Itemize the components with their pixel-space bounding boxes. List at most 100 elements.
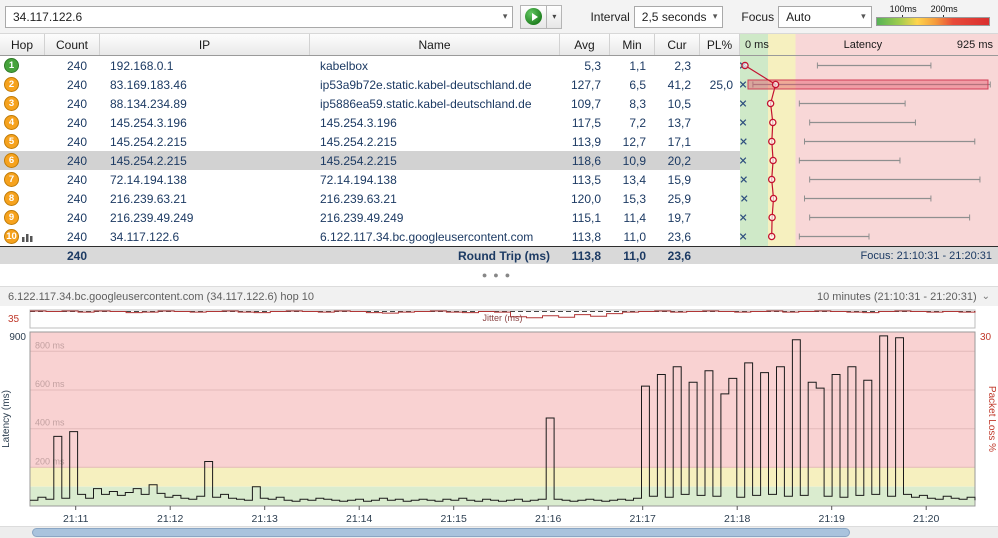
name-cell: ip5886ea59.static.kabel-deutschland.de xyxy=(320,96,532,111)
hop-row-8[interactable]: 8 240 216.239.63.21 216.239.63.21 120,0 15,3 2… xyxy=(0,189,998,208)
hop-cell: 8 xyxy=(0,189,45,208)
ip-cell: 72.14.194.138 xyxy=(110,172,187,187)
min-cell: 7,2 xyxy=(629,115,646,130)
hop-row-9[interactable]: 9 240 216.239.49.249 216.239.49.249 115,1 11,… xyxy=(0,208,998,227)
col-header-name[interactable]: Name xyxy=(310,34,560,55)
timeline-scrollbar[interactable] xyxy=(0,526,998,538)
hop-row-7[interactable]: 7 240 72.14.194.138 72.14.194.138 113,5 13,4 1… xyxy=(0,170,998,189)
svg-text:21:11: 21:11 xyxy=(63,513,89,525)
count-cell: 240 xyxy=(66,58,87,73)
trace-control-group: ▾ xyxy=(520,4,563,29)
chevron-down-icon[interactable]: ▾ xyxy=(503,11,508,22)
start-trace-button[interactable] xyxy=(520,4,548,29)
pl-cell xyxy=(700,132,740,151)
avg-cell: 113,8 xyxy=(571,229,601,244)
count-cell: 240 xyxy=(66,191,87,206)
latency-graph-cell xyxy=(740,132,998,151)
round-trip-summary-row: 240 Round Trip (ms) 113,8 11,0 23,6 Focu… xyxy=(0,246,998,264)
hop-cell: 3 xyxy=(0,94,45,113)
hop-cell: 5 xyxy=(0,132,45,151)
cur-cell: 23,6 xyxy=(667,229,691,244)
hop-cell: 7 xyxy=(0,170,45,189)
svg-text:800 ms: 800 ms xyxy=(35,340,65,350)
hop-row-4[interactable]: 4 240 145.254.3.196 145.254.3.196 117,5 7,2 13… xyxy=(0,113,998,132)
pl-cell xyxy=(700,170,740,189)
hop-table: Hop Count IP Name Avg Min Cur PL% 0 ms L… xyxy=(0,34,998,264)
name-cell: 145.254.3.196 xyxy=(320,115,397,130)
hop-row-5[interactable]: 5 240 145.254.2.215 145.254.2.215 113,9 12,7 1… xyxy=(0,132,998,151)
footer-avg: 113,8 xyxy=(571,248,601,263)
hop-row-1[interactable]: 1 240 192.168.0.1 kabelbox 5,3 1,1 2,3 xyxy=(0,56,998,75)
hop-status-badge: 6 xyxy=(4,153,19,168)
hop-cell: 10 xyxy=(0,227,45,246)
col-header-latency[interactable]: 0 ms Latency 925 ms xyxy=(740,34,998,55)
cur-cell: 2,3 xyxy=(674,58,691,73)
footer-count: 240 xyxy=(66,248,87,263)
col-header-count[interactable]: Count xyxy=(45,34,100,55)
chevron-down-icon[interactable]: ▾ xyxy=(861,11,866,22)
name-cell: kabelbox xyxy=(320,58,369,73)
ip-cell: 145.254.3.196 xyxy=(110,115,187,130)
hop-cell: 6 xyxy=(0,151,45,170)
col-header-min[interactable]: Min xyxy=(610,34,655,55)
avg-cell: 120,0 xyxy=(570,191,601,206)
min-cell: 13,4 xyxy=(622,172,646,187)
timeline-range-select[interactable]: 10 minutes (21:10:31 - 21:20:31) ⌄ xyxy=(817,291,990,303)
hop-row-3[interactable]: 3 240 88.134.234.89 ip5886ea59.static.kabel… xyxy=(0,94,998,113)
chevron-down-icon[interactable]: ▾ xyxy=(713,11,718,22)
hop-status-badge: 1 xyxy=(4,58,19,73)
interval-select[interactable]: 2,5 seconds ▾ xyxy=(633,5,724,28)
name-cell: ip53a9b72e.static.kabel-deutschland.de xyxy=(320,77,532,92)
min-cell: 10,9 xyxy=(610,151,655,170)
focus-select[interactable]: Auto ▾ xyxy=(778,5,872,28)
cur-cell: 13,7 xyxy=(667,115,691,130)
hop-row-2[interactable]: 2 240 83.169.183.46 ip53a9b72e.static.kabel… xyxy=(0,75,998,94)
svg-text:21:15: 21:15 xyxy=(441,513,467,525)
name-cell: 216.239.63.21 xyxy=(320,191,397,206)
pl-cell xyxy=(700,94,740,113)
timeline-range-label: 10 minutes (21:10:31 - 21:20:31) xyxy=(817,290,977,303)
svg-text:21:16: 21:16 xyxy=(535,513,561,525)
cur-cell: 19,7 xyxy=(667,210,691,225)
timeline-header: 6.122.117.34.bc.googleusercontent.com (3… xyxy=(0,286,998,306)
scrollbar-thumb[interactable] xyxy=(32,528,850,537)
hop-status-badge: 7 xyxy=(4,172,19,187)
round-trip-label: Round Trip (ms) xyxy=(458,248,550,263)
svg-text:21:12: 21:12 xyxy=(157,513,183,525)
hop-status-badge: 3 xyxy=(4,96,19,111)
hop-cell: 1 xyxy=(0,56,45,75)
cur-cell: 17,1 xyxy=(667,134,691,149)
hop-status-badge: 2 xyxy=(4,77,19,92)
hop-status-badge: 9 xyxy=(4,210,19,225)
pl-cell xyxy=(700,56,740,75)
svg-text:21:13: 21:13 xyxy=(252,513,278,525)
latency-graph-cell xyxy=(740,208,998,227)
col-header-avg[interactable]: Avg xyxy=(560,34,610,55)
timeline-chart[interactable]: 35 Jitter (ms) 800 ms 600 ms 400 ms 200 ms 900… xyxy=(0,306,998,526)
hop-row-6[interactable]: 6 240 145.254.2.215 145.254.2.215 118,6 10,9 2… xyxy=(0,151,998,170)
svg-text:Latency (ms): Latency (ms) xyxy=(1,390,12,448)
hop-row-10[interactable]: 10 240 34.117.122.6 6.122.117.34.bc.googleu… xyxy=(0,227,998,246)
pane-splitter[interactable]: ●●● xyxy=(0,264,998,286)
avg-cell: 115,1 xyxy=(571,210,601,225)
target-address: 34.117.122.6 xyxy=(13,9,83,24)
col-header-hop[interactable]: Hop xyxy=(0,34,45,55)
svg-text:21:17: 21:17 xyxy=(630,513,656,525)
interval-value: 2,5 seconds xyxy=(641,9,707,24)
start-trace-dropdown[interactable]: ▾ xyxy=(547,4,563,29)
ip-cell: 83.169.183.46 xyxy=(110,77,187,92)
avg-cell: 113,9 xyxy=(571,134,601,149)
min-cell: 15,3 xyxy=(622,191,646,206)
ip-cell: 216.239.49.249 xyxy=(110,210,194,225)
svg-text:Packet Loss %: Packet Loss % xyxy=(986,386,997,452)
latency-scale-min: 0 ms xyxy=(745,38,769,51)
target-combobox[interactable]: 34.117.122.6 ▾ xyxy=(5,5,514,28)
name-cell: 216.239.49.249 xyxy=(320,210,404,225)
count-cell: 240 xyxy=(66,77,87,92)
latency-graph-cell xyxy=(740,151,998,170)
col-header-ip[interactable]: IP xyxy=(100,34,310,55)
col-header-pl[interactable]: PL% xyxy=(700,34,740,55)
count-cell: 240 xyxy=(66,210,87,225)
col-header-cur[interactable]: Cur xyxy=(655,34,700,55)
svg-text:21:20: 21:20 xyxy=(913,513,939,525)
